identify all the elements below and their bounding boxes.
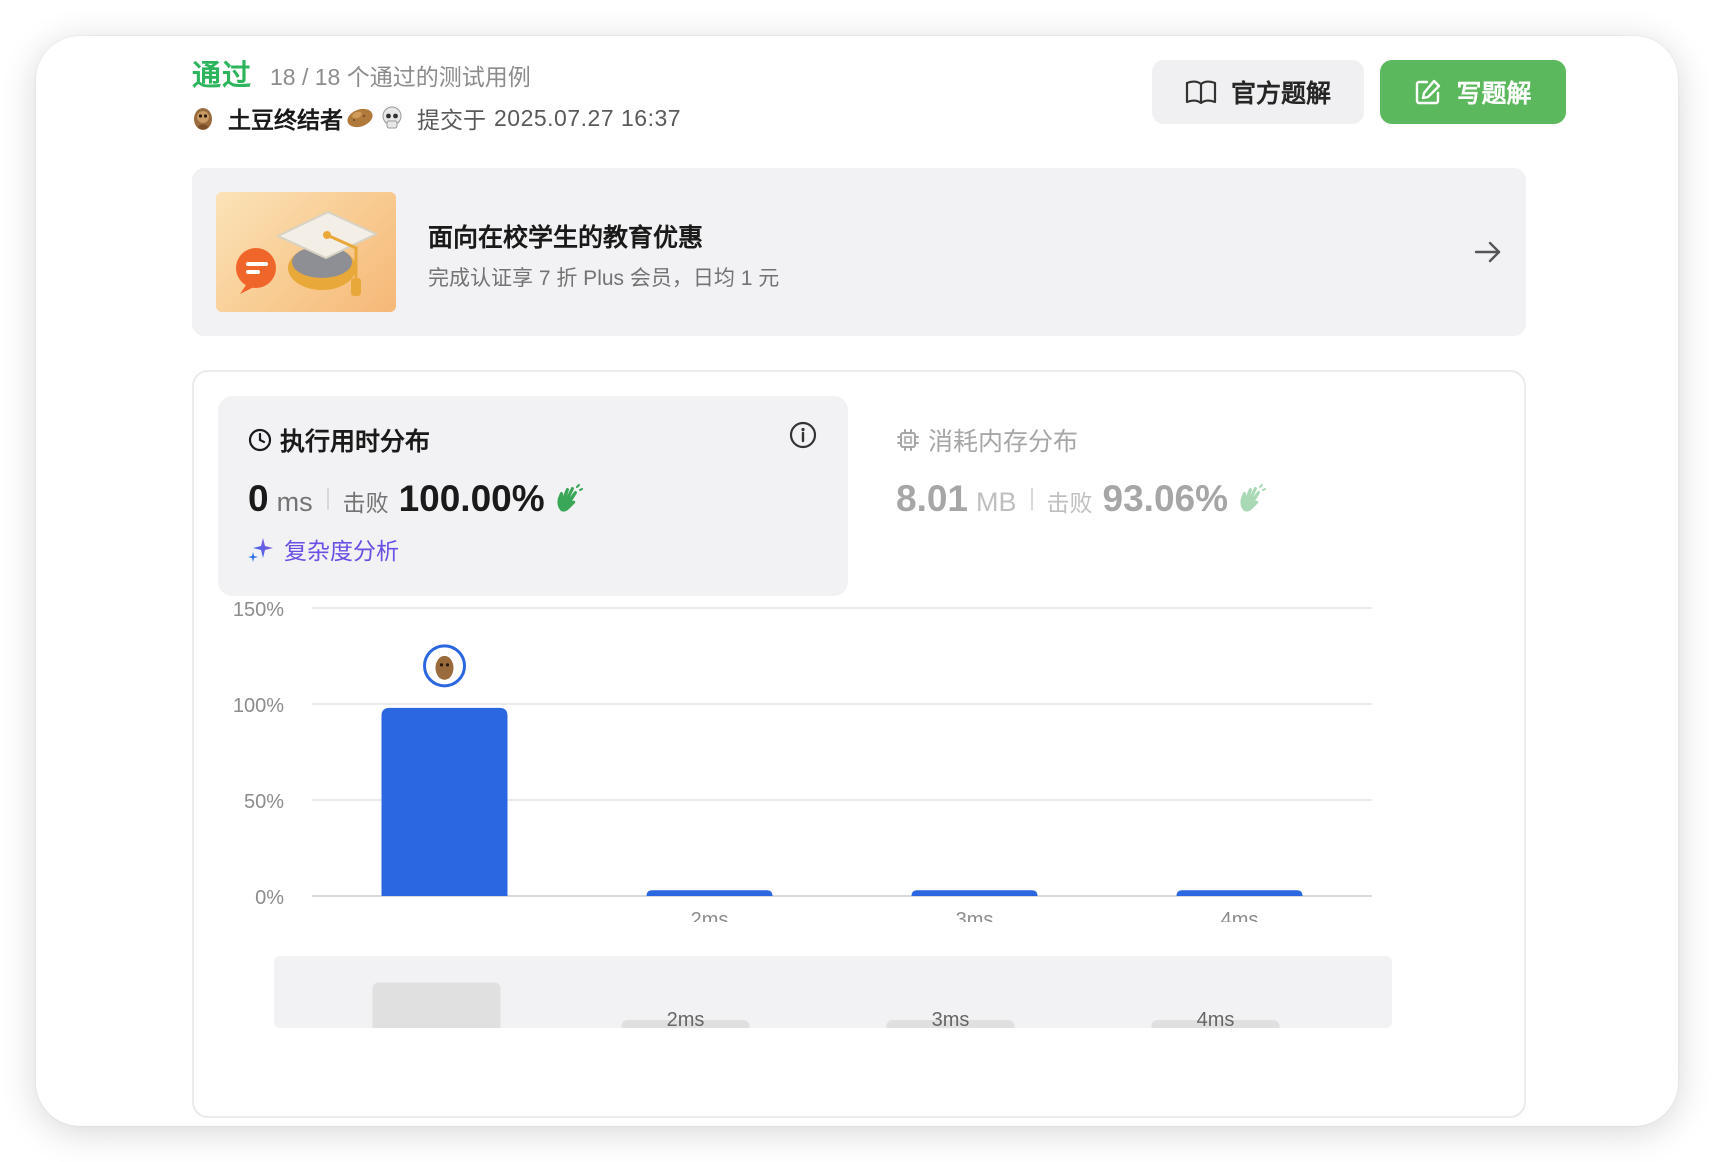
performance-panel: 执行用时分布 0 ms 击败 100.00% 复杂度分析 消耗内存分布 8.01… — [192, 370, 1526, 1118]
memory-beat-percent: 93.06% — [1102, 478, 1229, 519]
write-solution-button[interactable]: 写题解 — [1380, 60, 1566, 124]
chart-range-scroller[interactable]: 2ms 3ms 4ms — [274, 956, 1392, 1028]
clap-icon — [1240, 484, 1267, 512]
runtime-title: 执行用时分布 — [248, 422, 430, 458]
clap-icon — [557, 484, 583, 512]
result-header: 通过 18 / 18 个通过的测试用例 — [192, 52, 531, 94]
education-promo-banner[interactable]: 面向在校学生的教育优惠 完成认证享 7 折 Plus 会员，日均 1 元 — [192, 168, 1526, 336]
divider — [326, 488, 329, 510]
bar — [381, 707, 508, 896]
runtime-card[interactable]: 执行用时分布 0 ms 击败 100.00% 复杂度分析 — [218, 396, 848, 596]
graduation-cap-image — [216, 192, 396, 312]
y-tick-label: 100% — [233, 695, 284, 717]
runtime-value: 0 — [248, 478, 269, 519]
book-icon — [1185, 80, 1217, 105]
memory-title: 消耗内存分布 — [896, 422, 1078, 458]
memory-card[interactable]: 消耗内存分布 8.01 MB 击败 93.06% — [866, 396, 1496, 596]
bar — [646, 890, 773, 896]
x-tick-label: 4ms — [1221, 909, 1259, 922]
status-label: 通过 — [192, 60, 253, 92]
promo-subtitle: 完成认证享 7 折 Plus 会员，日均 1 元 — [428, 267, 780, 290]
promo-title: 面向在校学生的教育优惠 — [428, 224, 704, 252]
y-tick-label: 150% — [233, 599, 284, 621]
complexity-analysis-link[interactable]: 复杂度分析 — [248, 532, 399, 566]
runtime-unit: ms — [276, 487, 313, 517]
bar — [911, 890, 1038, 896]
official-solution-button[interactable]: 官方题解 — [1152, 60, 1364, 124]
memory-beat-label: 击败 — [1046, 490, 1093, 516]
info-icon[interactable] — [788, 420, 818, 450]
scroller-preview: 2ms 3ms 4ms — [372, 982, 1280, 1028]
x-tick-label: 2ms — [691, 909, 729, 922]
memory-title-label: 消耗内存分布 — [928, 428, 1079, 456]
scroller-bar — [372, 982, 501, 1028]
avatar[interactable] — [192, 105, 214, 131]
submitted-time: 2025.07.27 16:37 — [494, 104, 682, 131]
runtime-beat-label: 击败 — [342, 490, 389, 516]
chip-icon — [897, 429, 919, 451]
avatar-eye — [439, 663, 444, 667]
runtime-beat-percent: 100.00% — [398, 478, 545, 519]
sparkle-icon — [248, 538, 273, 562]
official-solution-label: 官方题解 — [1230, 80, 1331, 108]
submission-content: 通过 18 / 18 个通过的测试用例 土豆终结者 提交于 2025.07.27… — [192, 36, 1566, 1126]
memory-metric: 8.01 MB 击败 93.06% — [896, 478, 1267, 520]
submitted-label: 提交于 — [417, 107, 486, 133]
x-tick-label: 3ms — [956, 909, 994, 922]
y-tick-label: 0% — [255, 887, 284, 909]
runtime-title-label: 执行用时分布 — [280, 428, 431, 456]
skull-icon — [382, 106, 402, 129]
bar — [1176, 890, 1303, 896]
runtime-metric: 0 ms 击败 100.00% — [248, 478, 583, 520]
memory-value: 8.01 — [896, 478, 969, 519]
submitter-row: 土豆终结者 提交于 2025.07.27 16:37 — [192, 102, 681, 134]
potato-icon — [347, 108, 373, 128]
scroller-label: 4ms — [1197, 1009, 1235, 1028]
avatar-eye — [445, 663, 450, 667]
tests-summary: 18 / 18 个通过的测试用例 — [270, 64, 531, 90]
arrow-right-icon — [1474, 241, 1501, 263]
scroller-label: 2ms — [667, 1009, 705, 1028]
memory-unit: MB — [976, 487, 1017, 517]
complexity-label: 复杂度分析 — [284, 538, 399, 564]
submission-result-window: 通过 18 / 18 个通过的测试用例 土豆终结者 提交于 2025.07.27… — [36, 36, 1678, 1126]
edit-icon — [1416, 79, 1441, 105]
scroller-label: 3ms — [932, 1009, 970, 1028]
y-tick-label: 50% — [244, 791, 284, 813]
write-solution-label: 写题解 — [1456, 80, 1532, 108]
runtime-distribution-chart: 0% 50% 100% 150% 2ms 3ms 4ms — [233, 599, 1372, 922]
avatar-body — [435, 655, 454, 680]
clock-icon — [248, 428, 272, 452]
username[interactable]: 土豆终结者 — [228, 101, 343, 135]
divider — [1030, 488, 1033, 510]
